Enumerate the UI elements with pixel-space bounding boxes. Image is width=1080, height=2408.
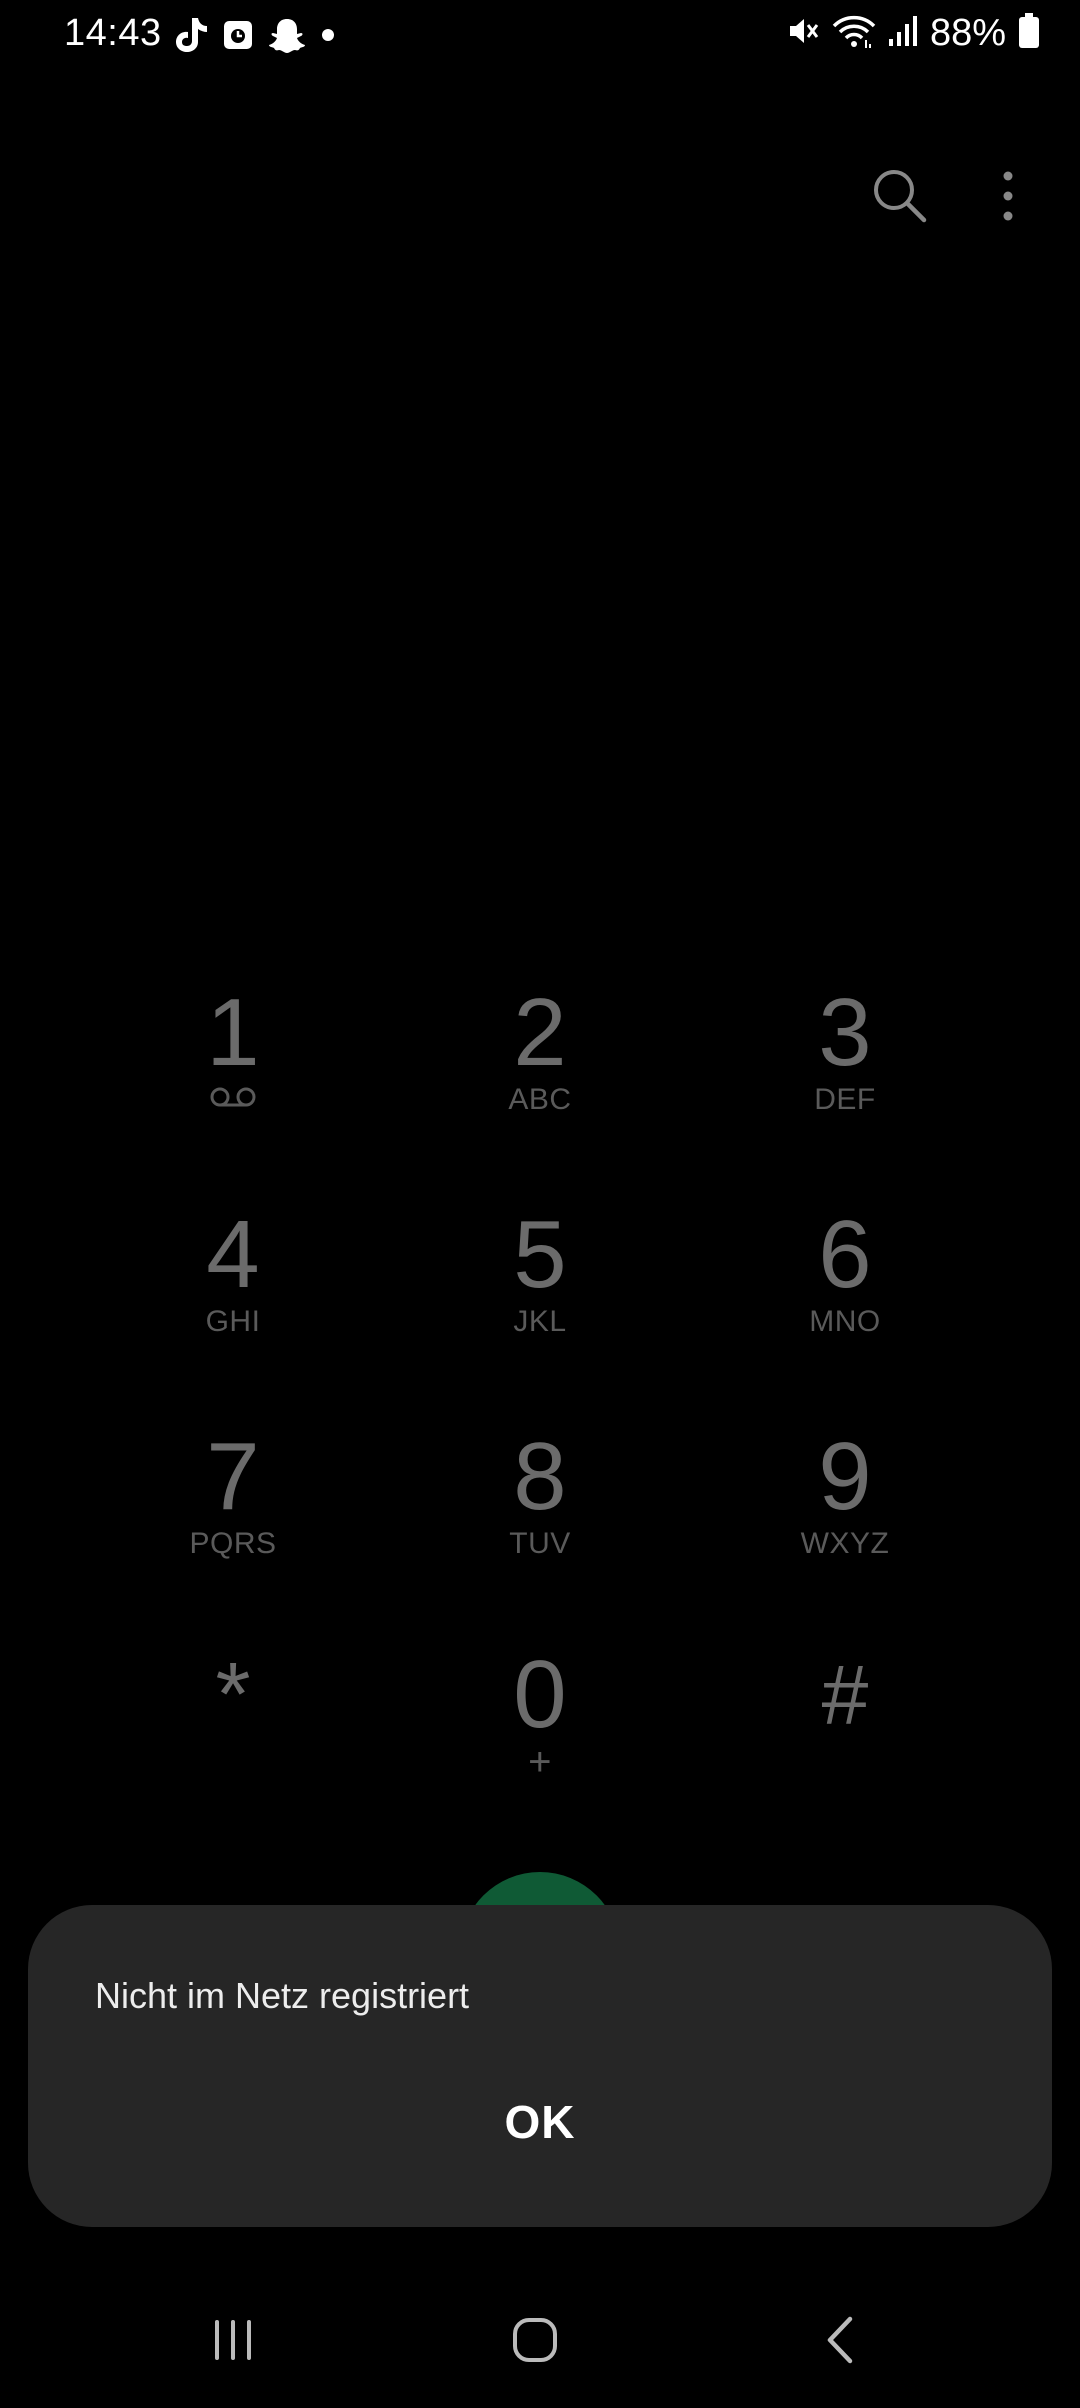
dialog-message: Nicht im Netz registriert [95, 1975, 470, 2016]
battery-icon [1018, 13, 1040, 54]
key-letters: ABC [508, 1083, 572, 1116]
back-icon[interactable] [780, 2300, 900, 2380]
key-2[interactable]: 2 ABC [420, 985, 660, 1165]
network-error-dialog: Nicht im Netz registriert OK [28, 1905, 1052, 2227]
key-digit: # [821, 1648, 869, 1742]
system-status-icons: 88% [786, 12, 1040, 55]
key-9[interactable]: 9 WXYZ [725, 1429, 965, 1609]
key-star[interactable]: * [113, 1647, 353, 1827]
status-time: 14:43 [64, 12, 162, 54]
key-4[interactable]: 4 GHI [113, 1207, 353, 1387]
notification-icons [172, 16, 336, 54]
navigation-bar [0, 2300, 1080, 2380]
key-digit: 6 [818, 1201, 872, 1308]
key-digit: 5 [513, 1201, 567, 1308]
key-digit: 2 [513, 979, 567, 1086]
key-digit: 4 [206, 1201, 260, 1308]
key-6[interactable]: 6 MNO [725, 1207, 965, 1387]
key-digit: 3 [818, 979, 872, 1086]
calendar-app-icon [222, 19, 254, 51]
key-1[interactable]: 1 [113, 985, 353, 1165]
top-actions [868, 164, 1040, 228]
key-digit: 1 [206, 979, 260, 1086]
tiktok-icon [172, 16, 208, 54]
status-bar: 14:43 88% [0, 0, 1080, 72]
key-digit: 9 [818, 1423, 872, 1530]
ok-button[interactable]: OK [28, 2095, 1052, 2149]
dot-icon [320, 27, 336, 43]
key-digit: 0 [513, 1641, 567, 1748]
key-letters: TUV [509, 1527, 571, 1560]
key-letters: JKL [513, 1305, 567, 1338]
snapchat-icon [268, 17, 306, 53]
key-letters: DEF [814, 1083, 876, 1116]
more-options-icon[interactable] [976, 164, 1040, 228]
key-0[interactable]: 0 + [420, 1647, 660, 1827]
battery-percent: 88% [929, 12, 1006, 54]
key-digit: * [215, 1645, 251, 1745]
key-8[interactable]: 8 TUV [420, 1429, 660, 1609]
home-icon[interactable] [475, 2300, 595, 2380]
mute-icon [786, 14, 820, 53]
key-letters: GHI [205, 1305, 261, 1338]
key-7[interactable]: 7 PQRS [113, 1429, 353, 1609]
voicemail-icon [210, 1087, 256, 1107]
key-5[interactable]: 5 JKL [420, 1207, 660, 1387]
recents-icon[interactable] [173, 2300, 293, 2380]
signal-icon [888, 15, 918, 52]
key-digit: 7 [206, 1423, 260, 1530]
search-icon[interactable] [868, 164, 932, 228]
key-letters: PQRS [189, 1527, 277, 1560]
wifi-icon [832, 14, 876, 53]
key-3[interactable]: 3 DEF [725, 985, 965, 1165]
key-digit: 8 [513, 1423, 567, 1530]
key-letters: + [528, 1740, 552, 1784]
key-hash[interactable]: # [725, 1647, 965, 1827]
key-letters: WXYZ [800, 1527, 890, 1560]
key-letters: MNO [809, 1305, 881, 1338]
